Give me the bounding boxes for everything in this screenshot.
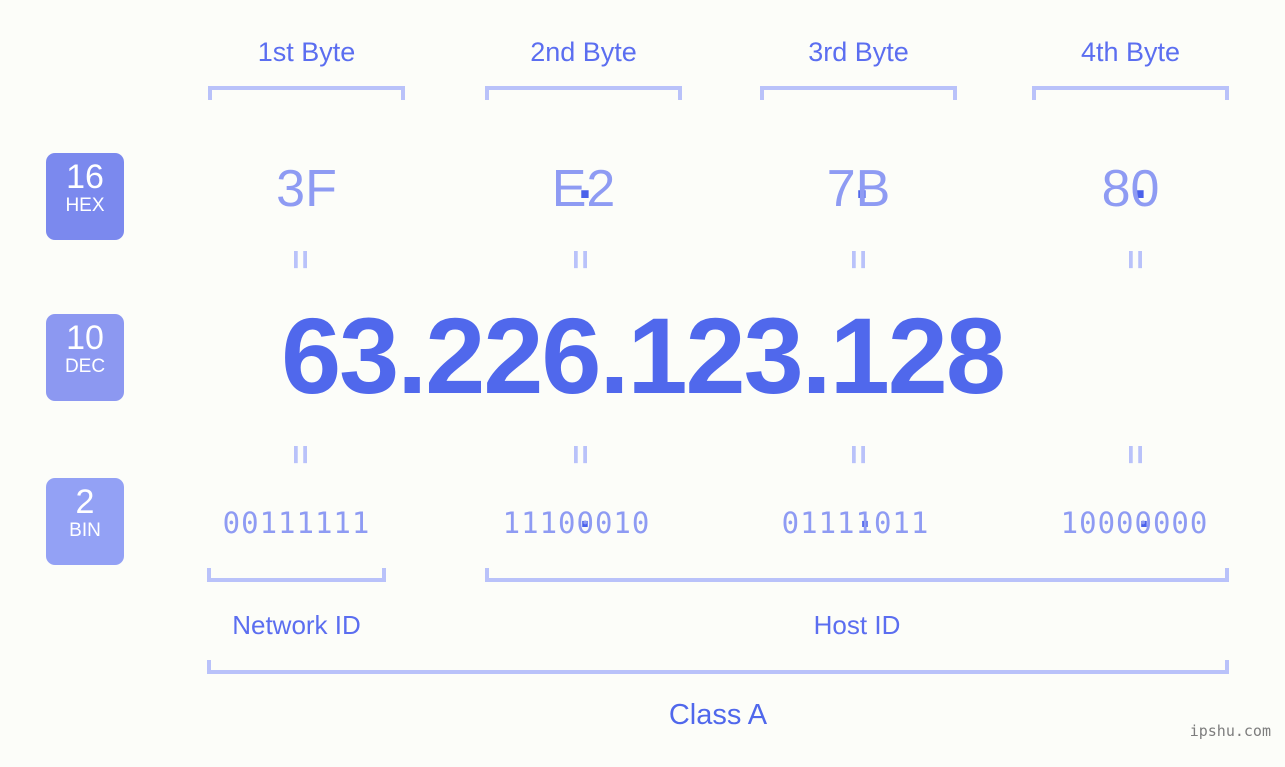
hex-byte-1: 3F	[276, 160, 337, 218]
byte-bracket-4	[1032, 86, 1229, 100]
base-badge-bin-number: 2	[75, 483, 95, 521]
byte-header-1: 1st Byte	[257, 37, 356, 67]
bin-byte-4: 10000000	[1060, 506, 1209, 540]
network-id-label: Network ID	[232, 610, 361, 640]
byte-header-4: 4th Byte	[1080, 37, 1181, 67]
base-badge-hex-abbr: HEX	[65, 195, 105, 216]
dec-byte-1: 63	[281, 295, 399, 416]
bin-row: 00111111 . 11100010 . 01111011 . 1000000…	[150, 495, 1270, 551]
byte-bracket-2	[485, 86, 682, 100]
site-watermark: ipshu.com	[1189, 722, 1271, 740]
dec-separator-1: .	[397, 295, 427, 416]
equals-icon-hex-dec-4: =	[1116, 249, 1154, 269]
byte-header-2: 2nd Byte	[530, 37, 637, 67]
hex-byte-4: 80	[1101, 160, 1160, 218]
dec-separator-3: .	[801, 295, 832, 416]
bin-byte-3: 01111011	[781, 506, 930, 540]
equals-icon-dec-bin-2: =	[561, 444, 599, 464]
equals-icon-dec-bin-4: =	[1116, 444, 1154, 464]
dec-row: 63.226.123.128	[0, 296, 1285, 416]
ip-address-breakdown-diagram: 1st Byte 2nd Byte 3rd Byte 4th Byte 16 H…	[0, 0, 1285, 767]
base-badge-bin: 2 BIN	[46, 478, 124, 565]
base-badge-bin-abbr: BIN	[69, 520, 101, 541]
host-id-bracket	[485, 568, 1229, 582]
bin-byte-2: 11100010	[502, 506, 651, 540]
hex-byte-3: 7B	[826, 160, 891, 218]
network-id-bracket	[207, 568, 386, 582]
equals-icon-hex-dec-3: =	[839, 249, 877, 269]
class-bracket	[207, 660, 1229, 674]
equals-icon-dec-bin-1: =	[281, 444, 319, 464]
dec-separator-2: .	[599, 295, 629, 416]
hex-byte-2: E2	[551, 160, 616, 218]
dec-byte-3: 123	[627, 295, 803, 416]
equals-icon-dec-bin-3: =	[839, 444, 877, 464]
class-label: Class A	[668, 699, 768, 731]
base-badge-hex: 16 HEX	[46, 153, 124, 240]
dec-byte-2: 226	[425, 295, 601, 416]
base-badge-hex-number: 16	[66, 158, 104, 196]
equals-icon-hex-dec-1: =	[281, 249, 319, 269]
byte-bracket-1	[208, 86, 405, 100]
bin-byte-1: 00111111	[222, 506, 371, 540]
byte-bracket-3	[760, 86, 957, 100]
equals-icon-hex-dec-2: =	[561, 249, 599, 269]
byte-header-3: 3rd Byte	[808, 37, 909, 67]
hex-row: 3F . E2 . 7B . 80	[150, 150, 1270, 228]
host-id-label: Host ID	[813, 610, 901, 640]
dec-byte-4: 128	[829, 295, 1006, 416]
